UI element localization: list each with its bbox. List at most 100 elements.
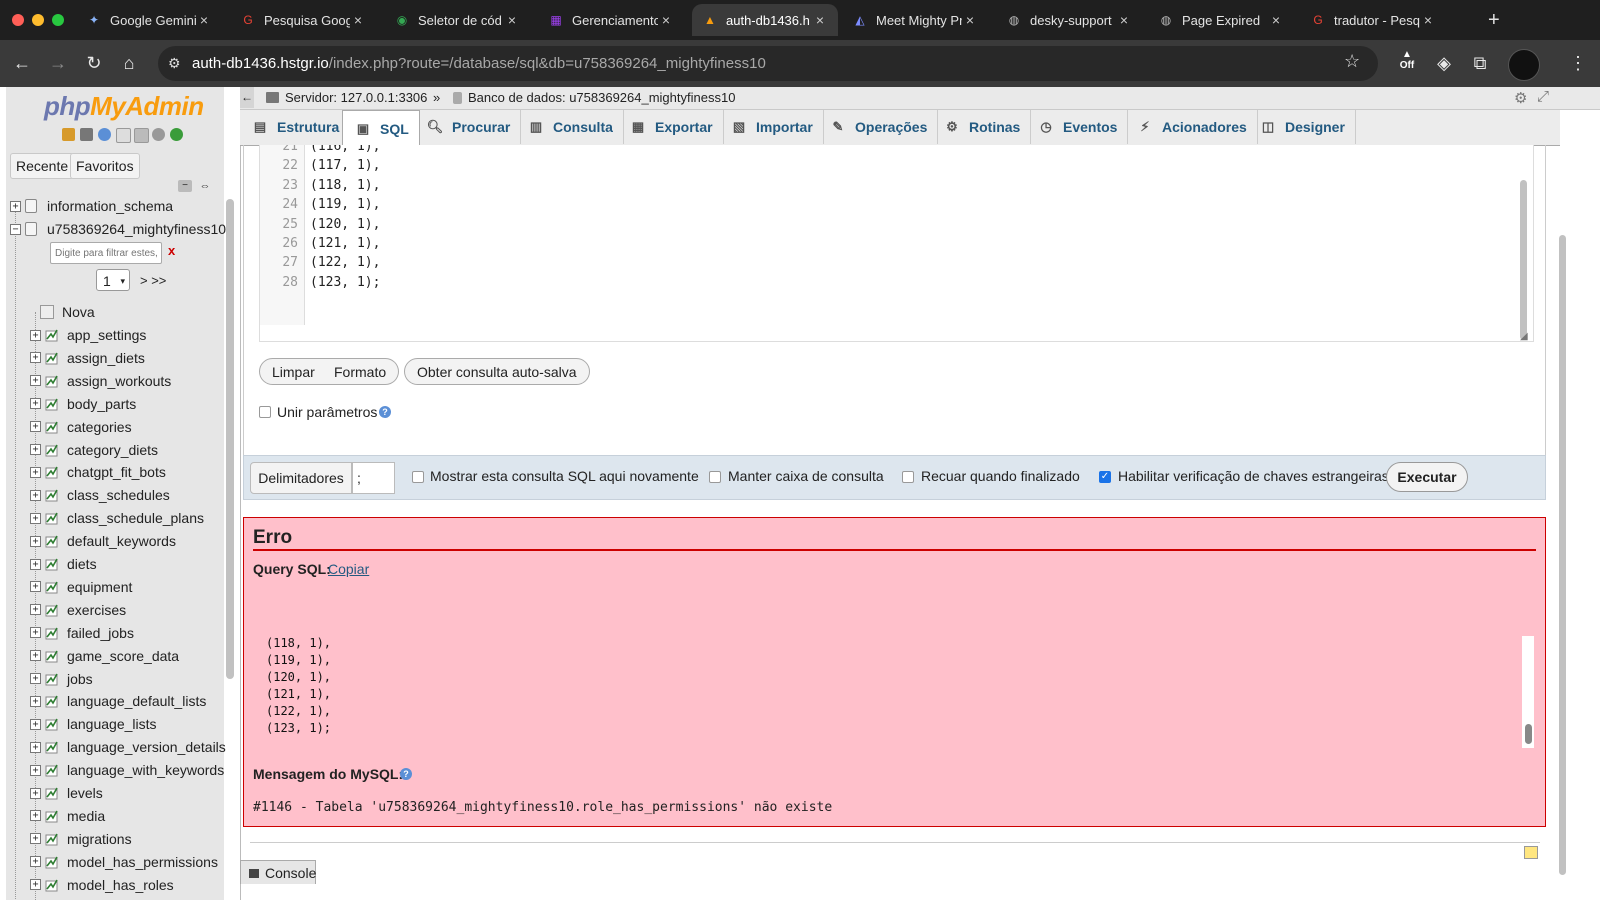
expand-icon[interactable]: + <box>30 489 41 501</box>
profile-avatar[interactable] <box>1508 49 1540 81</box>
tab-estrutura[interactable]: ▤ Estrutura <box>240 110 351 144</box>
table-name[interactable]: levels <box>67 785 103 801</box>
delimiter-input[interactable]: ; <box>352 462 395 494</box>
close-tab-icon[interactable]: × <box>504 12 520 28</box>
expand-icon[interactable]: + <box>30 558 41 570</box>
collapse-sidebar-icon[interactable]: ← <box>240 87 254 108</box>
database-name[interactable]: information_schema <box>47 198 173 214</box>
table-name[interactable]: language_lists <box>67 716 157 732</box>
expand-icon[interactable]: + <box>30 741 41 753</box>
expand-icon[interactable]: + <box>30 718 41 730</box>
reload-button[interactable]: ↻ <box>82 52 106 74</box>
back-button[interactable]: ← <box>10 52 34 74</box>
sidebar-table-item[interactable]: + model_has_permissions <box>30 851 218 873</box>
expand-icon[interactable]: + <box>30 398 41 410</box>
table-name[interactable]: chatgpt_fit_bots <box>67 464 166 480</box>
expand-icon[interactable]: + <box>30 833 41 845</box>
expand-icon[interactable]: + <box>30 787 41 799</box>
console-toggle[interactable]: Console <box>240 860 316 884</box>
expand-icon[interactable]: + <box>30 856 41 868</box>
table-name[interactable]: body_parts <box>67 396 136 412</box>
tab-acionadores[interactable]: ⚡︎ Acionadores <box>1125 110 1258 144</box>
browser-tab[interactable]: ◍ Page Expired × <box>1148 4 1294 36</box>
table-name[interactable]: class_schedule_plans <box>67 510 204 526</box>
table-name[interactable]: diets <box>67 556 97 572</box>
table-name[interactable]: equipment <box>67 579 132 595</box>
page-scrollbar-thumb[interactable] <box>1559 235 1566 875</box>
table-name[interactable]: language_with_keywords <box>67 762 224 778</box>
expand-icon[interactable]: + <box>30 329 41 341</box>
extension-off-icon[interactable]: ▲ Off <box>1396 49 1418 77</box>
browser-tab[interactable]: Gtradutor - Pesq × <box>1300 4 1446 36</box>
recent-button[interactable]: Recente <box>10 153 75 179</box>
page-scrollbar[interactable] <box>1558 160 1567 880</box>
close-window-button[interactable] <box>12 14 24 26</box>
sidebar-table-item[interactable]: + language_with_keywords <box>30 759 224 781</box>
new-tab-button[interactable]: + <box>1488 9 1500 32</box>
sidebar-table-item[interactable]: + media <box>30 805 105 827</box>
expand-icon[interactable]: + <box>30 810 41 822</box>
site-info-icon[interactable]: ⚙ <box>168 55 181 72</box>
expand-icon[interactable]: + <box>30 466 41 478</box>
code-line[interactable]: (120, 1), <box>310 217 380 232</box>
bind-parameters-checkbox[interactable] <box>259 406 271 418</box>
sidebar-table-item[interactable]: + equipment <box>30 576 132 598</box>
breadcrumb-server[interactable]: Servidor: 127.0.0.1:3306 <box>285 90 427 105</box>
tab-sql[interactable]: ▣ SQL <box>342 110 420 146</box>
foreign-key-checks-checkbox[interactable]: ✓ <box>1099 471 1111 483</box>
table-name[interactable]: assign_workouts <box>67 373 171 389</box>
database-name[interactable]: u758369264_mightyfiness10 <box>47 221 226 237</box>
browser-tab[interactable]: ▲ auth-db1436.h × <box>692 4 838 36</box>
favorites-button[interactable]: Favoritos <box>70 153 140 179</box>
expand-icon[interactable]: + <box>30 375 41 387</box>
sidebar-table-item[interactable]: + exercises <box>30 599 126 621</box>
close-tab-icon[interactable]: × <box>1420 12 1436 28</box>
execute-button[interactable]: Executar <box>1386 462 1468 492</box>
tab-importar[interactable]: ▧ Importar <box>719 110 824 144</box>
sidebar-table-item[interactable]: + body_parts <box>30 393 136 415</box>
table-name[interactable]: default_keywords <box>67 533 176 549</box>
close-tab-icon[interactable]: × <box>1116 12 1132 28</box>
expand-icon[interactable]: + <box>30 764 41 776</box>
browser-menu-icon[interactable]: ⋮ <box>1566 52 1590 74</box>
minimize-window-button[interactable] <box>32 14 44 26</box>
format-button[interactable]: Formato <box>322 358 400 385</box>
next-page-link[interactable]: > >> <box>140 273 166 288</box>
table-name[interactable]: model_has_roles <box>67 877 174 893</box>
browser-tab[interactable]: ◍ desky-support × <box>996 4 1142 36</box>
table-name[interactable]: language_default_lists <box>67 693 206 709</box>
sidebar-table-item[interactable]: + categories <box>30 416 132 438</box>
forward-button[interactable]: → <box>46 52 70 74</box>
sidebar-table-item[interactable]: + category_diets <box>30 439 158 461</box>
code-line[interactable]: (123, 1); <box>310 275 380 290</box>
close-tab-icon[interactable]: × <box>196 12 212 28</box>
sidebar-table-item[interactable]: + migrations <box>30 828 132 850</box>
link-with-main-panel-icon[interactable]: ⇔ <box>198 180 212 192</box>
sql-query-editor[interactable]: 21 22 23 24 25 26 27 28 (116, 1), (117, 1), (118,… <box>259 145 1534 342</box>
expand-icon[interactable]: + <box>30 673 41 684</box>
tree-database-mightyfiness10[interactable]: − u758369264_mightyfiness10 <box>10 218 226 240</box>
new-table-item[interactable]: Nova <box>40 301 95 323</box>
help-icon[interactable]: ? <box>379 406 391 418</box>
tab-consulta[interactable]: ▥ Consulta <box>516 110 624 144</box>
collapse-all-icon[interactable]: − <box>178 180 192 192</box>
sidebar-table-item[interactable]: + default_keywords <box>30 530 176 552</box>
copy-link[interactable]: Copiar <box>328 561 369 577</box>
tab-exportar[interactable]: ▦ Exportar <box>618 110 724 144</box>
code-line[interactable]: (119, 1), <box>310 197 380 212</box>
collapse-icon[interactable]: − <box>10 223 21 235</box>
keep-query-box-checkbox[interactable] <box>709 471 721 483</box>
error-sql-scrollbar[interactable] <box>1525 724 1532 744</box>
browser-tab[interactable]: ◉ Seletor de cód × <box>384 4 530 36</box>
table-name[interactable]: language_version_details <box>67 739 226 755</box>
table-name[interactable]: failed_jobs <box>67 625 134 641</box>
table-name[interactable]: class_schedules <box>67 487 170 503</box>
browser-tab[interactable]: ◭ Meet Mighty Pr × <box>842 4 988 36</box>
table-name[interactable]: model_has_permissions <box>67 854 218 870</box>
expand-icon[interactable]: + <box>30 879 41 891</box>
sidebar-table-item[interactable]: + language_lists <box>30 713 157 735</box>
get-autosaved-query-button[interactable]: Obter consulta auto-salva <box>404 358 590 385</box>
sidebar-table-item[interactable]: + class_schedule_plans <box>30 507 204 529</box>
table-name[interactable]: categories <box>67 419 132 435</box>
sidebar-table-item[interactable]: + class_schedules <box>30 484 170 506</box>
